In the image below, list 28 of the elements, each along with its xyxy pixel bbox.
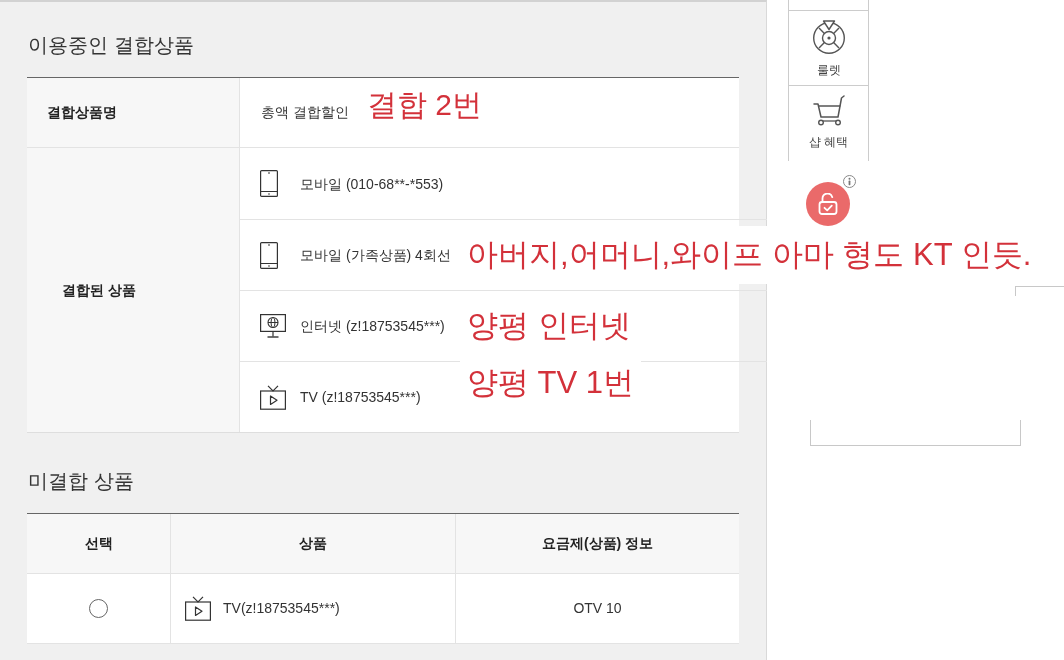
roulette-wheel-icon xyxy=(811,20,846,54)
product-name: 인터넷 (z!18753545***) xyxy=(300,318,445,334)
section-title: 미결합 상품 xyxy=(27,469,134,494)
product-name: TV (z!18753545***) xyxy=(300,389,421,405)
tv-play-icon xyxy=(185,596,211,621)
shopping-cart-icon xyxy=(812,95,845,126)
column-header: 상품 xyxy=(299,534,327,553)
product-name: TV(z!18753545***) xyxy=(223,599,340,618)
quick-menu-link[interactable]: 룰렛 xyxy=(816,62,841,78)
column-header: 요금제(상품) 정보 xyxy=(541,534,654,553)
row-header: 결합상품명 xyxy=(47,103,117,122)
tv-play-icon xyxy=(260,384,286,410)
bundle-name: 총액 결합할인 xyxy=(261,103,349,122)
plan-name: OTV 10 xyxy=(573,599,622,618)
smartphone-icon xyxy=(260,170,278,197)
column-header: 선택 xyxy=(84,534,113,553)
unlocked-padlock-check-icon xyxy=(818,193,838,215)
smartphone-icon xyxy=(260,241,278,269)
quick-menu-link[interactable]: 샵 혜택 xyxy=(808,134,849,150)
product-name: 모바일 (010-68**-*553) xyxy=(300,175,444,192)
product-name: 모바일 (가족상품) 4회선 xyxy=(300,247,451,263)
section-title: 이용중인 결합상품 xyxy=(27,33,194,58)
monitor-globe-icon xyxy=(260,314,286,338)
info-icon[interactable] xyxy=(843,175,856,188)
padlock-button[interactable] xyxy=(806,182,850,226)
radio-button[interactable] xyxy=(89,599,108,618)
row-header: 결합된 상품 xyxy=(62,280,136,300)
frame-corner-line xyxy=(1015,286,1064,296)
